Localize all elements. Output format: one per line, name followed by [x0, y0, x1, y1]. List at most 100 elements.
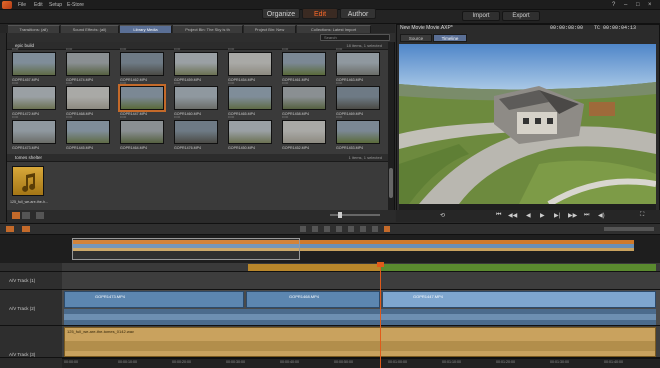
media-thumbnail[interactable]	[336, 120, 380, 144]
media-thumbnail[interactable]	[282, 120, 326, 144]
razor-icon[interactable]	[22, 226, 30, 232]
organize-mode-button[interactable]: Organize	[262, 8, 300, 19]
video-clip[interactable]: GOPR1468.MP4	[246, 291, 380, 308]
media-thumbnail[interactable]	[228, 86, 272, 110]
rating-stars-icon[interactable]: •••••	[174, 81, 180, 85]
grid-view-icon[interactable]	[12, 212, 20, 219]
rating-stars-icon[interactable]: •••••	[12, 47, 18, 51]
tab-transitions[interactable]: Transitions: (all)	[8, 25, 60, 33]
rating-stars-icon[interactable]: •••••	[120, 115, 126, 119]
rating-stars-icon[interactable]: •••••	[336, 47, 342, 51]
section-header-tomes-shelter[interactable]: tomes shelter 1 items, 1 selected	[7, 154, 388, 162]
media-thumbnail[interactable]	[336, 86, 380, 110]
skip-start-icon[interactable]: ⏮	[496, 212, 501, 219]
rating-stars-icon[interactable]: •••••	[120, 81, 126, 85]
section-header-epic-build[interactable]: epic build 18 items, 1 selected	[7, 42, 388, 50]
rating-stars-icon[interactable]: •••••	[228, 47, 234, 51]
skip-end-icon[interactable]: ⏭	[584, 212, 589, 219]
media-thumbnail[interactable]	[66, 120, 110, 144]
rating-stars-icon[interactable]: •••••	[228, 81, 234, 85]
rating-stars-icon[interactable]: •••••	[12, 81, 18, 85]
rating-stars-icon[interactable]: •••••	[336, 81, 342, 85]
tab-project-bin-sky[interactable]: Project Bin: The Sky is th	[173, 25, 243, 33]
video-clip-selected[interactable]: GOPR1447.MP4	[382, 291, 656, 308]
title-clip-2[interactable]	[380, 264, 656, 271]
thumbnail-size-handle[interactable]	[338, 212, 342, 218]
media-thumbnail[interactable]	[12, 52, 56, 76]
fullscreen-icon[interactable]: ⛶	[640, 212, 644, 219]
media-thumbnail[interactable]	[120, 52, 164, 76]
list-view-icon[interactable]	[22, 212, 30, 219]
rating-stars-icon[interactable]: •••••	[66, 115, 72, 119]
rating-stars-icon[interactable]: •••••	[228, 115, 234, 119]
edit-mode-button[interactable]: Edit	[302, 8, 338, 19]
fast-forward-icon[interactable]: ▶▶	[568, 212, 577, 219]
rating-stars-icon[interactable]: •••••	[66, 47, 72, 51]
rating-stars-icon[interactable]: •••••	[120, 47, 126, 51]
menu-edit[interactable]: Edit	[34, 2, 43, 8]
video-clip-audio-waveform[interactable]	[64, 309, 656, 325]
media-thumbnail[interactable]	[12, 120, 56, 144]
step-back-icon[interactable]: ◀◀	[508, 212, 517, 219]
volume-icon[interactable]: ◀)	[598, 212, 605, 219]
rating-stars-icon[interactable]: •••••	[174, 47, 180, 51]
rating-stars-icon[interactable]: •••••	[282, 47, 288, 51]
frame-back-icon[interactable]: ◀	[526, 212, 531, 219]
media-thumbnail[interactable]	[66, 86, 110, 110]
search-input[interactable]: Search	[320, 34, 390, 41]
track-header-av3[interactable]: A/V Track (3)	[0, 326, 62, 358]
loop-icon[interactable]: ⟲	[440, 212, 445, 219]
navigator-viewport[interactable]	[72, 238, 300, 260]
rating-stars-icon[interactable]: •••••	[336, 115, 342, 119]
rating-stars-icon[interactable]: •••••	[174, 115, 180, 119]
tab-source[interactable]: Source	[400, 34, 432, 42]
help-icon[interactable]: ?	[612, 2, 615, 8]
tab-collections[interactable]: Collections: Latest Import	[297, 25, 371, 33]
media-thumbnail[interactable]	[12, 86, 56, 110]
playhead[interactable]	[380, 262, 381, 368]
track-area-av1[interactable]	[62, 272, 660, 290]
timeline-ruler[interactable]	[62, 358, 660, 368]
author-mode-button[interactable]: Author	[340, 8, 376, 19]
video-clip[interactable]: GOPR1473.MP4	[64, 291, 244, 308]
track-header-av1[interactable]: A/V Track (1)	[0, 272, 62, 290]
track-header-title[interactable]	[0, 263, 62, 272]
media-thumbnail[interactable]	[282, 86, 326, 110]
library-scrollbar-thumb[interactable]	[389, 168, 393, 198]
close-icon[interactable]: ×	[648, 2, 652, 8]
media-thumbnail[interactable]	[174, 120, 218, 144]
menu-file[interactable]: File	[18, 2, 26, 8]
maximize-icon[interactable]: □	[636, 2, 640, 8]
rating-stars-icon[interactable]: •••••	[282, 115, 288, 119]
menu-setup[interactable]: Setup	[49, 2, 62, 8]
tab-project-bin-new[interactable]: Project Bin: New	[244, 25, 296, 33]
media-thumbnail[interactable]	[228, 120, 272, 144]
track-header-av2[interactable]: A/V Track (2)	[0, 290, 62, 326]
tab-library-media[interactable]: Library Media	[120, 25, 172, 33]
media-thumbnail[interactable]	[174, 86, 218, 110]
export-button[interactable]: Export	[502, 11, 540, 21]
minimize-icon[interactable]: –	[624, 2, 627, 8]
video-preview[interactable]	[399, 44, 656, 204]
media-thumbnail[interactable]	[66, 52, 110, 76]
timeline-tools[interactable]	[300, 226, 400, 232]
media-thumbnail[interactable]	[120, 120, 164, 144]
media-thumbnail[interactable]	[282, 52, 326, 76]
tab-timeline[interactable]: Timeline	[433, 34, 467, 42]
rating-stars-icon[interactable]: •••••	[282, 81, 288, 85]
add-media-icon[interactable]	[36, 212, 44, 219]
audio-file-thumbnail[interactable]	[12, 166, 44, 196]
zoom-slider[interactable]	[604, 227, 654, 231]
media-thumbnail[interactable]	[174, 52, 218, 76]
media-thumbnail[interactable]	[118, 84, 166, 112]
tool-icon[interactable]	[6, 226, 14, 232]
playhead-handle[interactable]	[377, 262, 384, 267]
media-thumbnail[interactable]	[228, 52, 272, 76]
import-button[interactable]: Import	[462, 11, 500, 21]
rating-stars-icon[interactable]: •••••	[66, 81, 72, 85]
audio-clip[interactable]: 125_full_we-are-the-tomes_0142.wav	[64, 327, 656, 357]
menu-estore[interactable]: E-Store	[67, 2, 84, 8]
navigator-strip[interactable]	[0, 33, 7, 222]
rating-stars-icon[interactable]: •••••	[12, 115, 18, 119]
play-icon[interactable]: ▶	[540, 212, 545, 219]
